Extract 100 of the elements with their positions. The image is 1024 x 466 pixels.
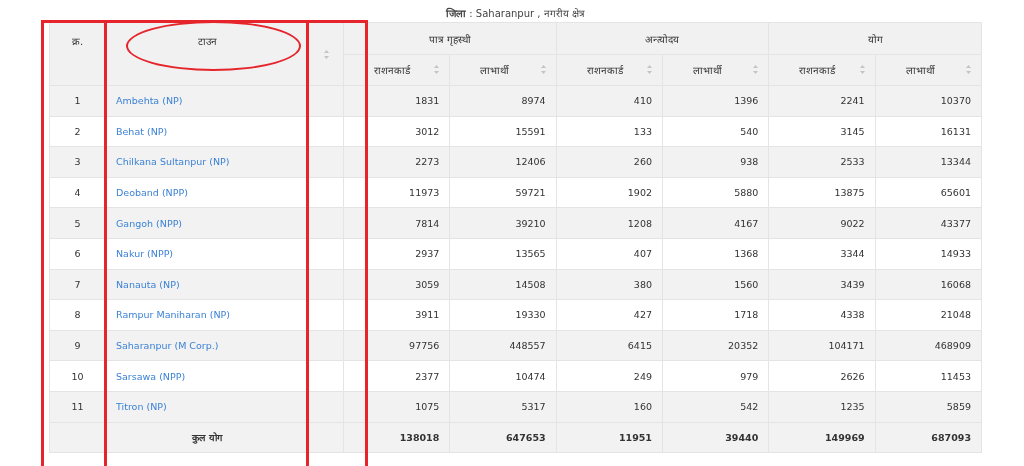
table-cell: 43377 <box>875 207 982 239</box>
column-header[interactable]: क्र. <box>49 22 106 86</box>
table-cell: 10370 <box>875 85 982 117</box>
table-cell: 540 <box>662 116 769 147</box>
table-cell: 468909 <box>875 330 982 361</box>
group-header: पात्र गृहस्थी <box>343 22 557 55</box>
table-cell: 8 <box>49 299 106 331</box>
table-cell: 687093 <box>875 422 982 453</box>
table-cell: 3344 <box>768 238 876 270</box>
table-cell: 1718 <box>662 299 769 331</box>
table-cell: 7 <box>49 269 106 300</box>
table-cell: 160 <box>556 391 663 423</box>
table-cell: 5 <box>49 207 106 239</box>
table-cell: 4167 <box>662 207 769 239</box>
column-header[interactable]: टाउन <box>105 22 309 86</box>
table-cell: 6 <box>49 238 106 270</box>
town-link[interactable]: Behat (NP) <box>116 125 168 137</box>
sort-icon[interactable] <box>966 65 971 74</box>
table-cell: 16131 <box>875 116 982 147</box>
table-cell: 249 <box>556 360 663 392</box>
table-cell: 15591 <box>449 116 557 147</box>
table-cell: 1 <box>49 85 106 117</box>
table-cell: 13875 <box>768 177 876 208</box>
group-header: योग <box>768 22 982 55</box>
sort-icon[interactable] <box>753 65 759 74</box>
column-header[interactable]: राशनकार्ड <box>374 63 410 77</box>
column-header[interactable]: लाभार्थी <box>905 63 935 77</box>
table-cell: 59721 <box>449 177 557 208</box>
table-cell: 39210 <box>449 207 557 239</box>
sort-icon[interactable] <box>540 65 546 74</box>
table-cell: 9 <box>49 330 106 361</box>
town-link[interactable]: Gangoh (NPP) <box>116 217 183 229</box>
table-cell: 2 <box>49 116 106 147</box>
town-link[interactable]: Deoband (NPP) <box>116 187 188 199</box>
table-cell: 1560 <box>662 269 769 300</box>
table-cell: 1902 <box>556 177 663 208</box>
table-cell: 2626 <box>768 360 876 392</box>
table-cell: 21048 <box>875 299 982 331</box>
town-link[interactable]: Titron (NP) <box>116 401 167 413</box>
table-cell: 380 <box>556 269 663 300</box>
table-cell: 1368 <box>662 238 769 270</box>
table-caption: जिला : Saharanpur , नगरीय क्षेत्र <box>445 6 586 21</box>
table-cell: 2533 <box>768 146 876 178</box>
table-cell: 11951 <box>556 422 663 453</box>
table-cell: 104171 <box>768 330 876 361</box>
table-cell: 542 <box>662 391 769 423</box>
table-cell: 2241 <box>768 85 876 117</box>
town-link[interactable]: Ambehta (NP) <box>116 95 183 107</box>
table-cell: 10 <box>49 360 106 392</box>
table-cell: 4338 <box>768 299 876 331</box>
table-cell: 13344 <box>875 146 982 178</box>
table-cell: 407 <box>556 238 663 270</box>
town-link[interactable]: Sarsawa (NPP) <box>116 370 186 382</box>
group-header: अन्त्योदय <box>556 22 769 55</box>
table-cell: 65601 <box>875 177 982 208</box>
column-header[interactable]: लाभार्थी <box>693 63 722 77</box>
sort-icon[interactable] <box>859 65 865 74</box>
table-cell: 427 <box>556 299 663 331</box>
table-cell: 5859 <box>875 391 982 423</box>
table-cell: 12406 <box>449 146 557 178</box>
town-link[interactable]: Nakur (NPP) <box>116 248 174 260</box>
table-cell: 11453 <box>875 360 982 392</box>
table-cell: 1235 <box>768 391 876 423</box>
table-cell: 260 <box>556 146 663 178</box>
total-label: कुल योग <box>105 422 309 453</box>
table-cell: 4 <box>49 177 106 208</box>
table-cell: 938 <box>662 146 769 178</box>
sort-icon[interactable] <box>434 65 440 74</box>
table-cell: 149969 <box>768 422 876 453</box>
table-cell: 448557 <box>449 330 557 361</box>
sort-icon[interactable] <box>647 65 652 74</box>
table-cell: 14933 <box>875 238 982 270</box>
table-cell: 8974 <box>449 85 557 117</box>
sort-icon[interactable] <box>323 49 329 59</box>
table-cell: 9022 <box>768 207 876 239</box>
table-cell: 3145 <box>768 116 876 147</box>
table-cell: 3439 <box>768 269 876 300</box>
table-cell: 39440 <box>662 422 769 453</box>
table-cell: 1208 <box>556 207 663 239</box>
table-cell: 20352 <box>662 330 769 361</box>
table-cell: 14508 <box>449 269 557 300</box>
table-cell: 133 <box>556 116 663 147</box>
town-link[interactable]: Saharanpur (M Corp.) <box>116 340 219 352</box>
table-cell: 19330 <box>449 299 557 331</box>
table-cell: 13565 <box>449 238 557 270</box>
table-cell: 979 <box>662 360 769 392</box>
town-link[interactable]: Nanauta (NP) <box>116 278 180 290</box>
table-cell: 5317 <box>449 391 557 423</box>
table-cell: 10474 <box>449 360 557 392</box>
table-cell: 410 <box>556 85 663 117</box>
table-cell: 1396 <box>662 85 769 117</box>
table-cell: 3 <box>49 146 106 178</box>
table-cell: 6415 <box>556 330 663 361</box>
column-header[interactable]: लाभार्थी <box>480 63 510 77</box>
table-cell: 5880 <box>662 177 769 208</box>
column-header[interactable]: राशनकार्ड <box>799 63 836 77</box>
column-header[interactable]: राशनकार्ड <box>586 63 623 77</box>
table-cell: 16068 <box>875 269 982 300</box>
table-cell: 11 <box>49 391 106 423</box>
table-cell: 647653 <box>449 422 557 453</box>
